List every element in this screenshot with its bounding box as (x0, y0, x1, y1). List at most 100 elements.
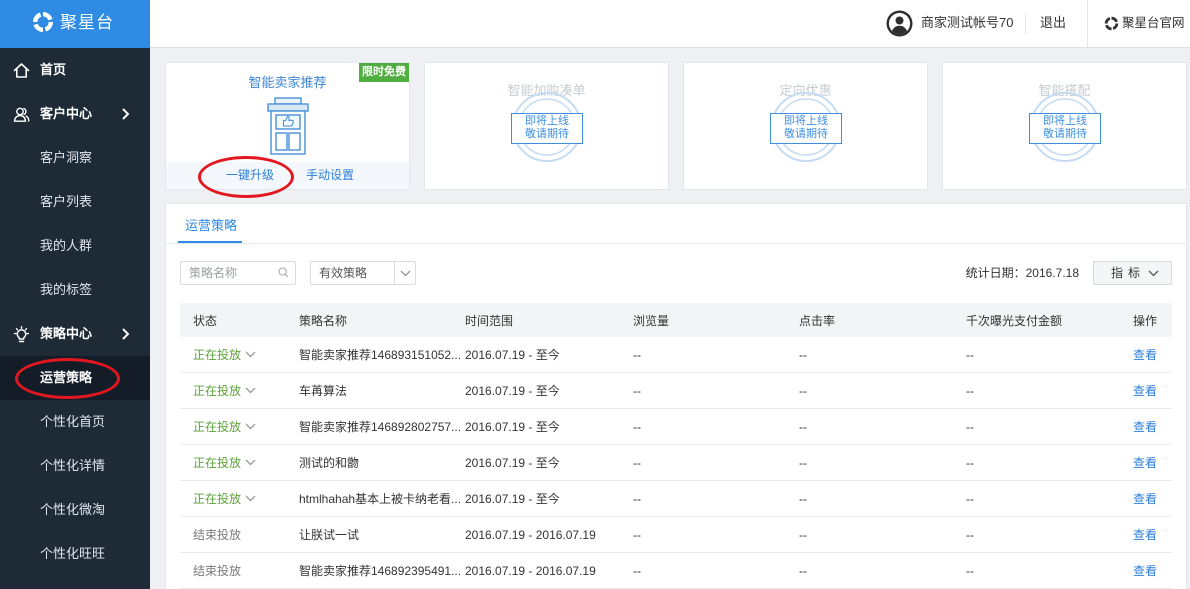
column-header: 操作 (1133, 313, 1158, 328)
column-header: 浏览量 (633, 313, 670, 328)
gmv-per-mille-value: -- (966, 347, 974, 362)
juxingtai-logo-icon[interactable] (1104, 16, 1119, 31)
strategy-name-search-input[interactable]: 策略名称 (180, 261, 296, 285)
select-value: 有效策略 (319, 266, 368, 280)
card-actions: 一键升级 手动设置 (166, 162, 409, 189)
feature-card-targeted-discount: 定向优惠 即将上线 敬请期待 (683, 62, 928, 190)
feature-card-smart-seller-recommend: 智能卖家推荐 限时免费 一键升级 手动设置 (165, 62, 410, 190)
sidebar-item-personalized-weitao[interactable]: 个性化微淘 (0, 488, 150, 532)
stamp-line: 敬请期待 (1043, 128, 1087, 140)
sidebar-item-strategy-center[interactable]: 策略中心 (0, 312, 150, 356)
strategy-name: 智能卖家推荐146892802757... (299, 420, 462, 434)
sidebar-item-label: 客户列表 (40, 194, 93, 209)
metrics-button[interactable]: 指标 (1093, 261, 1172, 285)
status-text: 正在投放 (193, 420, 242, 434)
account-name[interactable]: 商家测试帐号70 (921, 0, 1013, 46)
user-avatar-icon[interactable] (886, 10, 913, 37)
sidebar-item-label: 个性化微淘 (40, 502, 106, 517)
status-dropdown[interactable]: 正在投放 (193, 454, 299, 471)
gmv-per-mille-value: -- (966, 455, 974, 470)
logout-link[interactable]: 退出 (1040, 0, 1066, 46)
chevron-down-icon (245, 423, 256, 430)
view-link[interactable]: 查看 (1133, 490, 1172, 507)
search-icon[interactable] (278, 267, 289, 278)
logo-text: 聚星台 (60, 13, 114, 32)
column-header: 策略名称 (299, 313, 348, 328)
click-rate-value: -- (799, 455, 807, 470)
status-text: 正在投放 (193, 348, 242, 362)
time-range: 2016.07.19 - 至今 (465, 384, 560, 398)
coming-soon-stamp: 即将上线 敬请期待 (511, 113, 583, 144)
stat-date: 统计日期：2016.7.18 (965, 266, 1079, 280)
column-header: 千次曝光支付金额 (966, 313, 1063, 328)
sidebar-item-personalized-detail[interactable]: 个性化详情 (0, 444, 150, 488)
view-link[interactable]: 查看 (1133, 526, 1172, 543)
shop-thumbs-up-icon (267, 97, 309, 155)
views-value: -- (633, 419, 641, 434)
feature-card-smart-matching: 智能搭配 即将上线 敬请期待 (942, 62, 1187, 190)
view-link[interactable]: 查看 (1133, 346, 1172, 363)
column-header: 时间范围 (465, 313, 514, 328)
strategy-name: 让朕试一试 (299, 528, 360, 542)
strategy-status-select[interactable]: 有效策略 (310, 261, 416, 285)
view-link[interactable]: 查看 (1133, 418, 1172, 435)
chevron-down-icon (245, 495, 256, 502)
chevron-down-icon (1148, 270, 1159, 277)
status-dropdown[interactable]: 正在投放 (193, 418, 299, 435)
sidebar-item-home[interactable]: 首页 (0, 48, 150, 92)
tab-operation-strategy[interactable]: 运营策略 (185, 218, 237, 234)
gmv-per-mille-value: -- (966, 563, 974, 578)
chevron-right-icon (122, 328, 130, 340)
feature-card-smart-addon: 智能加购凑单 即将上线 敬请期待 (424, 62, 669, 190)
view-link[interactable]: 查看 (1133, 562, 1172, 579)
gmv-per-mille-value: -- (966, 383, 974, 398)
sidebar-item-customer-center[interactable]: 客户中心 (0, 92, 150, 136)
gmv-per-mille-value: -- (966, 419, 974, 434)
manual-setup-link[interactable]: 手动设置 (306, 162, 354, 189)
table-row: 结束投放 智能卖家推荐146892395491... 2016.07.19 - … (180, 553, 1172, 589)
sidebar-item-label: 运营策略 (40, 370, 93, 385)
sidebar-item-customer-insight[interactable]: 客户洞察 (0, 136, 150, 180)
strategy-name: 车苒算法 (299, 384, 348, 398)
chevron-down-icon (400, 270, 411, 277)
one-click-upgrade-link[interactable]: 一键升级 (226, 162, 274, 189)
stamp-line: 即将上线 (784, 115, 828, 127)
status-dropdown[interactable]: 正在投放 (193, 346, 299, 363)
view-link[interactable]: 查看 (1133, 454, 1172, 471)
chevron-down-icon (245, 459, 256, 466)
table-row: 正在投放 智能卖家推荐146893151052... 2016.07.19 - … (180, 337, 1172, 373)
select-separator (394, 262, 395, 284)
table-row: 正在投放 智能卖家推荐146892802757... 2016.07.19 - … (180, 409, 1172, 445)
view-link[interactable]: 查看 (1133, 382, 1172, 399)
status-dropdown[interactable]: 正在投放 (193, 490, 299, 507)
official-site-link[interactable]: 聚星台官网 (1122, 0, 1185, 46)
sidebar-item-operation-strategy[interactable]: 运营策略 (0, 356, 150, 400)
strategy-panel: 运营策略 策略名称 有效策略 统计日期：2016.7.18 指标 状态 策略名称… (165, 203, 1187, 589)
sidebar-item-label: 首页 (40, 62, 67, 77)
coming-soon-stamp: 即将上线 敬请期待 (1029, 113, 1101, 144)
click-rate-value: -- (799, 347, 807, 362)
sidebar-item-personalized-home[interactable]: 个性化首页 (0, 400, 150, 444)
logo-bar[interactable]: 聚星台 (0, 0, 150, 48)
click-rate-value: -- (799, 527, 807, 542)
click-rate-value: -- (799, 383, 807, 398)
table-header: 状态 策略名称 时间范围 浏览量 点击率 千次曝光支付金额 操作 (180, 303, 1172, 337)
sidebar-item-customer-list[interactable]: 客户列表 (0, 180, 150, 224)
column-header: 状态 (193, 313, 218, 328)
metrics-button-label: 指标 (1111, 266, 1146, 280)
sidebar-item-my-crowds[interactable]: 我的人群 (0, 224, 150, 268)
stamp-line: 敬请期待 (525, 128, 569, 140)
panel-divider (166, 243, 1186, 244)
header-separator (1025, 13, 1026, 34)
time-range: 2016.07.19 - 至今 (465, 420, 560, 434)
free-badge: 限时免费 (359, 63, 409, 82)
search-placeholder: 策略名称 (189, 266, 238, 280)
sidebar-item-my-tags[interactable]: 我的标签 (0, 268, 150, 312)
status-dropdown[interactable]: 正在投放 (193, 382, 299, 399)
views-value: -- (633, 491, 641, 506)
sidebar: 聚星台 首页 客户中心 客户洞察 客户列表 我的人群 我的标签 策略中心 运营策… (0, 0, 150, 589)
views-value: -- (633, 383, 641, 398)
table-row: 正在投放 车苒算法 2016.07.19 - 至今 -- -- -- 查看 (180, 373, 1172, 409)
sidebar-item-personalized-wangwang[interactable]: 个性化旺旺 (0, 532, 150, 576)
chevron-right-icon (122, 108, 130, 120)
